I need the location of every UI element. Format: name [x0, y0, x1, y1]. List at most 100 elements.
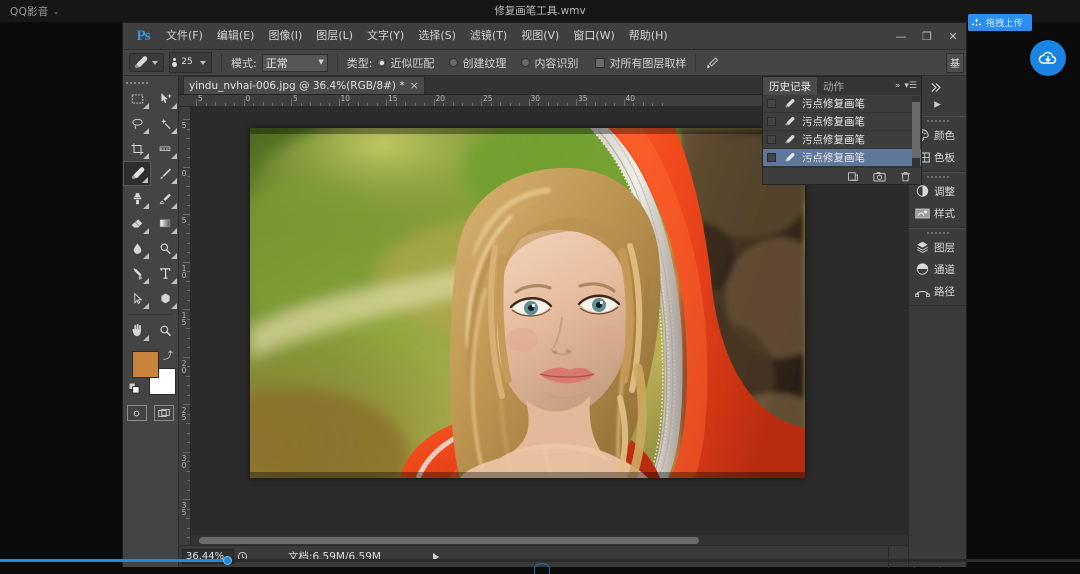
minimize-button[interactable]: —: [888, 23, 914, 50]
spot-healing-brush-icon: [782, 152, 796, 164]
new-snapshot-icon[interactable]: [873, 171, 886, 182]
pen-tool[interactable]: [123, 261, 151, 286]
tab-actions[interactable]: 动作: [817, 77, 850, 95]
history-source-checkbox[interactable]: [767, 153, 776, 162]
tab-history[interactable]: 历史记录: [763, 77, 817, 95]
vertical-ruler[interactable]: 5 0 5 10 15 20 25 30 35: [179, 107, 191, 545]
close-button[interactable]: ✕: [940, 23, 966, 50]
history-source-checkbox[interactable]: [767, 99, 776, 108]
type-tool[interactable]: [151, 261, 179, 286]
mode-select[interactable]: 正常 ▼: [261, 53, 328, 72]
status-info-icon[interactable]: [234, 549, 250, 565]
history-item-label: 污点修复画笔: [802, 116, 865, 128]
history-item[interactable]: 污点修复画笔: [763, 131, 921, 149]
type-option-texture[interactable]: 创建纹理: [449, 55, 506, 71]
tool-preset-chevron-icon[interactable]: [152, 60, 158, 65]
player-progress-knob[interactable]: [222, 556, 232, 565]
menu-file[interactable]: 文件(F): [159, 23, 210, 49]
document-image[interactable]: [250, 128, 805, 478]
menu-image[interactable]: 图像(I): [261, 23, 309, 49]
history-scroll-thumb[interactable]: [912, 102, 920, 158]
brush-tool[interactable]: [151, 161, 179, 186]
menu-type[interactable]: 文字(Y): [360, 23, 411, 49]
collapse-panels-icon[interactable]: [931, 82, 944, 93]
ruler-major-tick: [481, 99, 482, 106]
type-option-content-aware[interactable]: 内容识别: [521, 55, 578, 71]
zoom-tool[interactable]: [151, 318, 179, 343]
quick-mask-button[interactable]: [126, 405, 147, 421]
history-item-selected[interactable]: 污点修复画笔: [763, 149, 921, 167]
menu-help[interactable]: 帮助(H): [622, 23, 675, 49]
panel-button-styles[interactable]: 样式: [909, 202, 966, 224]
history-source-checkbox[interactable]: [767, 135, 776, 144]
player-progress-bar[interactable]: [0, 556, 1080, 565]
chevron-down-icon[interactable]: ⌄: [53, 7, 60, 16]
document-area: yindu_nvhai-006.jpg @ 36.4%(RGB/8#) * × …: [179, 76, 966, 568]
eraser-tool[interactable]: [123, 211, 151, 236]
active-tool-button[interactable]: [129, 53, 164, 72]
brush-chevron-icon[interactable]: [200, 60, 206, 65]
crop-tool[interactable]: [123, 136, 151, 161]
screen-mode-button[interactable]: [154, 405, 175, 421]
menu-edit[interactable]: 编辑(E): [210, 23, 262, 49]
maximize-button[interactable]: ❐: [914, 23, 940, 50]
close-icon[interactable]: ×: [410, 79, 419, 92]
ruler-minor-tick: [186, 233, 190, 234]
hand-tool[interactable]: [123, 318, 151, 343]
horizontal-scrollbar[interactable]: [191, 534, 954, 545]
spot-healing-brush-tool[interactable]: [123, 161, 151, 186]
history-item[interactable]: 污点修复画笔: [763, 95, 921, 113]
ruler-minor-tick: [661, 103, 663, 106]
menu-view[interactable]: 视图(V): [514, 23, 566, 49]
panel-label: 图层: [934, 241, 955, 254]
play-panel-icon[interactable]: [931, 99, 944, 110]
dock-group-layers: 图层 通道 路径: [909, 228, 966, 306]
tablet-pressure-icon[interactable]: [705, 56, 720, 70]
sample-all-layers-checkbox[interactable]: 对所有图层取样: [595, 55, 686, 71]
delete-icon[interactable]: [900, 171, 911, 182]
horizontal-scroll-thumb[interactable]: [199, 537, 699, 544]
lasso-tool[interactable]: [123, 111, 151, 136]
ruler-minor-tick: [187, 461, 190, 462]
panel-grip[interactable]: [909, 229, 966, 236]
marquee-tool[interactable]: [123, 86, 151, 111]
history-item[interactable]: 污点修复画笔: [763, 113, 921, 131]
default-colors-icon[interactable]: [129, 383, 140, 394]
double-chevron-right-icon[interactable]: »: [895, 81, 901, 91]
clone-stamp-tool[interactable]: [123, 186, 151, 211]
move-tool[interactable]: [151, 86, 179, 111]
foreground-color-swatch[interactable]: [132, 351, 159, 378]
menu-select[interactable]: 选择(S): [411, 23, 463, 49]
shape-tool[interactable]: [151, 286, 179, 311]
panel-button-layers[interactable]: 图层: [909, 236, 966, 258]
panel-menu-icon[interactable]: ▾☰: [904, 81, 917, 91]
path-selection-tool[interactable]: [123, 286, 151, 311]
magic-wand-tool[interactable]: [151, 111, 179, 136]
menu-filter[interactable]: 滤镜(T): [463, 23, 514, 49]
cloud-download-button[interactable]: [1030, 40, 1066, 76]
upload-badge[interactable]: 拖拽上传: [968, 14, 1032, 31]
menu-window[interactable]: 窗口(W): [566, 23, 621, 49]
ruler-minor-tick: [187, 157, 190, 158]
workspace-switcher[interactable]: 基: [946, 52, 966, 73]
ruler-major-tick: [386, 99, 387, 106]
history-brush-tool[interactable]: [151, 186, 179, 211]
swap-colors-icon[interactable]: ⤴: [163, 347, 173, 362]
eyedropper-tool[interactable]: [151, 136, 179, 161]
blur-tool[interactable]: [123, 236, 151, 261]
ruler-major-tick: [183, 404, 190, 405]
ruler-label: 10: [340, 95, 351, 103]
new-document-from-state-icon[interactable]: [847, 171, 859, 182]
gradient-tool[interactable]: [151, 211, 179, 236]
ruler-major-tick: [623, 99, 625, 106]
brush-size-picker[interactable]: 25: [169, 52, 212, 73]
panel-button-paths[interactable]: 路径: [909, 280, 966, 302]
type-option-proximity[interactable]: 近似匹配: [377, 55, 434, 71]
document-tab[interactable]: yindu_nvhai-006.jpg @ 36.4%(RGB/8#) * ×: [183, 76, 425, 94]
history-source-checkbox[interactable]: [767, 117, 776, 126]
panel-button-channels[interactable]: 通道: [909, 258, 966, 280]
menu-layer[interactable]: 图层(L): [309, 23, 360, 49]
dodge-tool[interactable]: [151, 236, 179, 261]
radio-icon: [521, 58, 531, 67]
history-scrollbar[interactable]: [912, 96, 920, 168]
